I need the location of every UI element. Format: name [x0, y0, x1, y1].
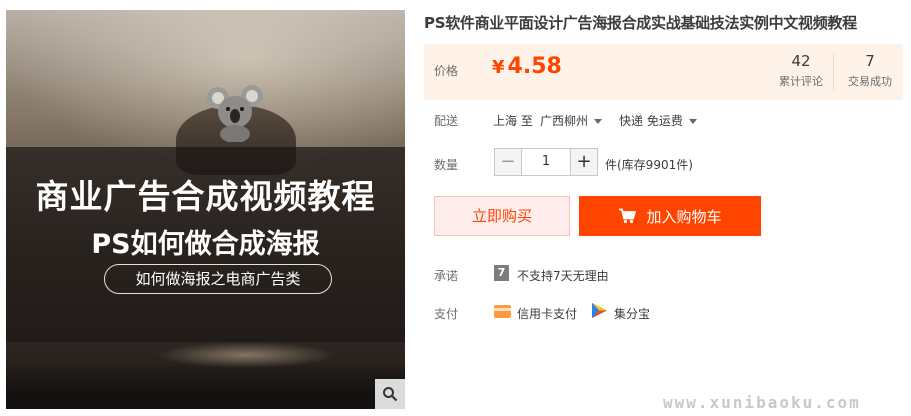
add-to-cart-button[interactable]: 加入购物车	[579, 196, 761, 236]
product-image[interactable]: 商业广告合成视频教程 PS如何做合成海报 如何做海报之电商广告类	[6, 10, 405, 409]
ship-destination-value: 广西柳州	[540, 114, 589, 128]
grass-silhouette	[6, 364, 405, 409]
increase-button[interactable]: +	[570, 148, 598, 176]
chevron-down-icon	[688, 119, 697, 124]
sales-count: 7	[865, 52, 875, 70]
decrease-button[interactable]: −	[494, 148, 522, 176]
payment-credit-card[interactable]: 信用卡支付	[517, 305, 577, 322]
quantity-label: 数量	[434, 158, 459, 172]
zoom-button[interactable]	[375, 379, 405, 409]
koala-illustration	[207, 85, 263, 142]
payment-jifenbao[interactable]: 集分宝	[614, 305, 650, 322]
stock-text: 件(库存9901件)	[605, 158, 693, 172]
ship-method-value: 快递 免运费	[619, 114, 683, 128]
banner-subheadline: PS如何做合成海报	[91, 229, 320, 260]
price-panel: 价格 ¥4.58 42 累计评论 7 交易成功	[424, 44, 903, 100]
seven-day-icon: 7	[494, 265, 509, 281]
ship-destination-dropdown[interactable]: 广西柳州	[540, 112, 603, 129]
sales-stat: 7 交易成功	[842, 52, 898, 89]
buy-now-button[interactable]: 立即购买	[434, 196, 570, 236]
add-to-cart-label: 加入购物车	[646, 207, 722, 226]
price-currency: ¥	[492, 57, 505, 78]
reviews-stat[interactable]: 42 累计评论	[776, 52, 826, 89]
price-amount: 4.58	[507, 54, 562, 79]
quantity-input[interactable]: 1	[522, 148, 570, 176]
quantity-stepper: − 1 +	[494, 148, 598, 176]
credit-card-icon	[494, 305, 511, 318]
shipping-label: 配送	[434, 114, 459, 128]
promise-text[interactable]: 不支持7天无理由	[517, 267, 609, 284]
reviews-label: 累计评论	[779, 75, 823, 88]
promise-label: 承诺	[434, 269, 459, 283]
price-value: ¥4.58	[492, 54, 562, 79]
ship-method-dropdown[interactable]: 快递 免运费	[619, 112, 697, 129]
jifenbao-icon	[592, 303, 607, 318]
stat-divider	[833, 53, 834, 91]
cart-icon	[618, 208, 637, 224]
price-label: 价格	[434, 64, 459, 78]
reviews-count: 42	[791, 52, 811, 70]
banner-tagline: 如何做海报之电商广告类	[104, 264, 332, 294]
ship-from: 上海 至	[493, 114, 533, 128]
watermark: www.xunibaoku.com	[663, 393, 861, 412]
banner-headline: 商业广告合成视频教程	[35, 177, 376, 216]
sales-label: 交易成功	[848, 75, 892, 88]
magnifier-icon	[383, 387, 398, 402]
payment-label: 支付	[434, 307, 459, 321]
product-title: PS软件商业平面设计广告海报合成实战基础技法实例中文视频教程	[424, 14, 857, 32]
chevron-down-icon	[594, 119, 603, 124]
